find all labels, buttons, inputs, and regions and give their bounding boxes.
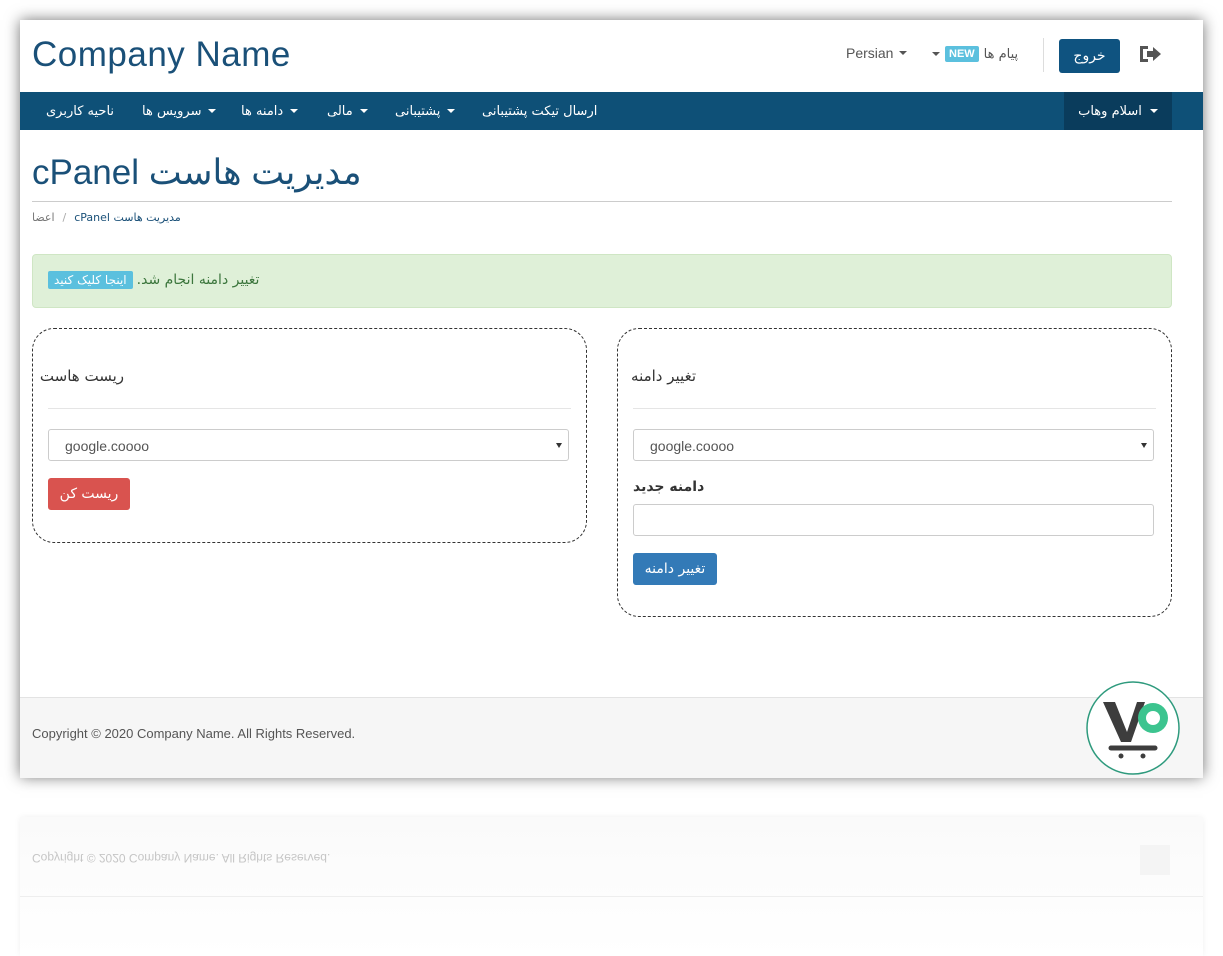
language-selector[interactable]: Persian bbox=[846, 45, 908, 61]
new-domain-label: دامنه جدید bbox=[633, 479, 705, 495]
breadcrumb: اعضا / cPanel مدیریت هاست bbox=[32, 211, 181, 224]
reset-domain-select[interactable]: google.coooo bbox=[48, 429, 569, 461]
change-domain-select[interactable]: google.coooo bbox=[633, 429, 1154, 461]
reflection-divider bbox=[20, 896, 1203, 897]
breadcrumb-current: cPanel مدیریت هاست bbox=[74, 211, 181, 224]
nav-item-label: ناحیه کاربری bbox=[46, 103, 115, 119]
chevron-down-icon bbox=[208, 109, 217, 113]
messages-menu[interactable]: پیام ها NEW bbox=[932, 46, 1018, 62]
alert-link-button[interactable]: اینجا کلیک کنید bbox=[48, 271, 133, 289]
chevron-down-icon bbox=[447, 109, 456, 113]
chevron-down-icon bbox=[290, 109, 299, 113]
nav-item-label: پشتیبانی bbox=[395, 103, 441, 119]
page-reflection: Copyright © 2020 Company Name. All Right… bbox=[20, 817, 1203, 956]
footer: Copyright © 2020 Company Name. All Right… bbox=[20, 697, 1203, 778]
logout-button[interactable]: خروج bbox=[1059, 39, 1120, 73]
chevron-down-icon bbox=[899, 51, 908, 55]
page-container: Company Name Persian پیام ها NEW خروج نا… bbox=[20, 20, 1203, 778]
alert-message: .تغییر دامنه انجام شد bbox=[136, 272, 260, 288]
reflection-copyright: Copyright © 2020 Company Name. All Right… bbox=[32, 851, 331, 865]
reset-host-panel: ریست هاست google.coooo ریست کن bbox=[32, 328, 587, 543]
page-title: cPanel مدیریت هاست bbox=[32, 153, 362, 192]
dropdown-arrow-icon bbox=[1141, 443, 1147, 448]
select-value: google.coooo bbox=[65, 438, 150, 454]
sign-out-icon[interactable] bbox=[1138, 43, 1162, 65]
nav-item-label: ارسال تیکت پشتیبانی bbox=[482, 103, 598, 119]
panel-divider bbox=[48, 408, 571, 409]
user-name: اسلام وهاب bbox=[1078, 103, 1142, 119]
nav-item-label: سرویس ها bbox=[142, 103, 202, 119]
nav-item-support[interactable]: پشتیبانی bbox=[395, 92, 456, 130]
nav-item-label: دامنه ها bbox=[241, 103, 284, 119]
messages-label: پیام ها bbox=[983, 46, 1019, 62]
nav-item-services[interactable]: سرویس ها bbox=[142, 92, 217, 130]
change-domain-button[interactable]: تغییر دامنه bbox=[633, 553, 717, 585]
new-domain-input[interactable] bbox=[633, 504, 1154, 536]
dropdown-arrow-icon bbox=[556, 443, 562, 448]
chevron-down-icon bbox=[359, 109, 368, 113]
panel-title: تغییر دامنه bbox=[631, 367, 696, 385]
change-domain-panel: تغییر دامنه google.coooo دامنه جدید تغیی… bbox=[617, 328, 1172, 617]
chevron-down-icon bbox=[1149, 109, 1158, 113]
reset-button[interactable]: ریست کن bbox=[48, 478, 130, 510]
language-label: Persian bbox=[846, 45, 894, 61]
panel-divider bbox=[633, 408, 1156, 409]
title-divider bbox=[32, 201, 1172, 202]
nav-item-client-area[interactable]: ناحیه کاربری bbox=[46, 92, 114, 130]
success-alert: اینجا کلیک کنید .تغییر دامنه انجام شد bbox=[32, 254, 1172, 308]
user-menu[interactable]: اسلام وهاب bbox=[1064, 92, 1172, 130]
panel-title: ریست هاست bbox=[39, 367, 124, 385]
company-logo[interactable]: Company Name bbox=[32, 35, 291, 75]
brand-logo-icon bbox=[1086, 681, 1180, 775]
nav-item-billing[interactable]: مالی bbox=[327, 92, 368, 130]
nav-item-label: مالی bbox=[327, 103, 353, 119]
reflection-box bbox=[1140, 845, 1170, 875]
nav-item-open-ticket[interactable]: ارسال تیکت پشتیبانی bbox=[482, 92, 597, 130]
new-badge: NEW bbox=[945, 46, 979, 62]
header-divider bbox=[1043, 38, 1044, 72]
breadcrumb-home[interactable]: اعضا bbox=[32, 211, 55, 224]
copyright-text: Copyright © 2020 Company Name. All Right… bbox=[32, 726, 356, 741]
nav-item-domains[interactable]: دامنه ها bbox=[241, 92, 299, 130]
chevron-down-icon bbox=[932, 52, 940, 56]
breadcrumb-separator: / bbox=[62, 211, 67, 224]
select-value: google.coooo bbox=[650, 438, 735, 454]
main-navbar: ناحیه کاربری سرویس ها دامنه ها مالی پشتی… bbox=[20, 92, 1203, 130]
